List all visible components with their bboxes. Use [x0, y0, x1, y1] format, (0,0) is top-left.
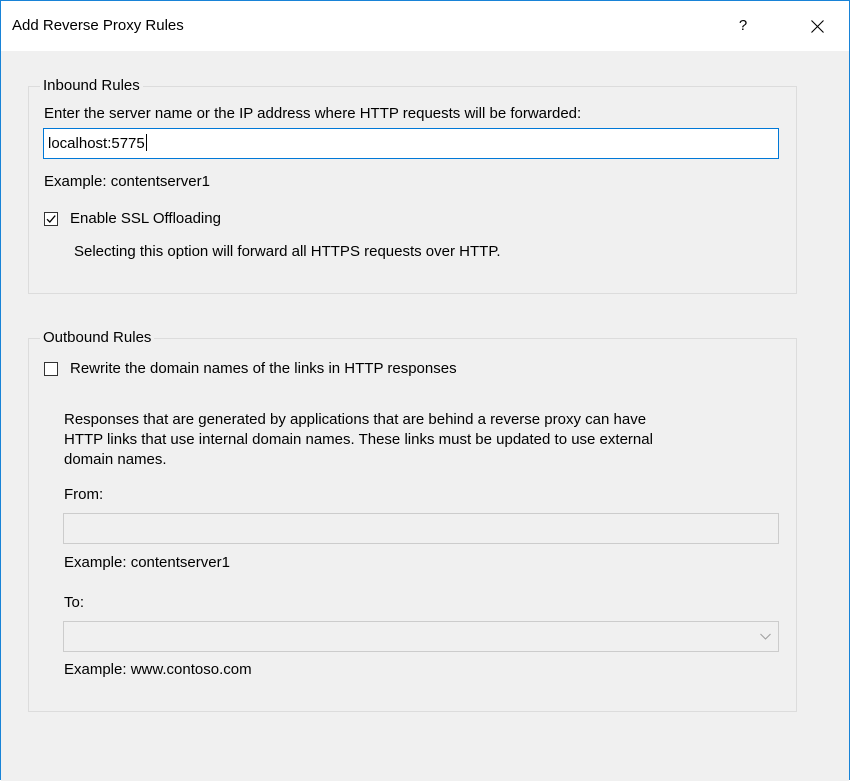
from-example: Example: contentserver1 — [64, 554, 230, 571]
server-name-input[interactable]: localhost:5775 — [43, 128, 779, 159]
ssl-offloading-description: Selecting this option will forward all H… — [74, 243, 501, 260]
text-caret — [145, 134, 147, 151]
to-example: Example: www.contoso.com — [64, 661, 252, 678]
server-name-value: localhost:5775 — [48, 135, 145, 152]
title-bar[interactable]: Add Reverse Proxy Rules ? — [1, 1, 849, 51]
from-input[interactable] — [63, 513, 779, 544]
rewrite-domain-names-label[interactable]: Rewrite the domain names of the links in… — [70, 360, 457, 378]
outbound-description-line: HTTP links that use internal domain name… — [64, 431, 653, 448]
server-name-example: Example: contentserver1 — [44, 173, 210, 190]
chevron-down-icon — [760, 633, 771, 640]
close-button[interactable] — [794, 7, 840, 45]
to-label: To: — [64, 594, 85, 611]
window-title: Add Reverse Proxy Rules — [12, 17, 184, 34]
enable-ssl-offloading-checkbox[interactable] — [44, 212, 58, 226]
from-label: From: — [64, 486, 104, 503]
outbound-description-line: Responses that are generated by applicat… — [64, 411, 647, 428]
outbound-description: Responses that are generated by applicat… — [64, 410, 784, 470]
server-name-prompt: Enter the server name or the IP address … — [44, 105, 582, 122]
inbound-rules-legend: Inbound Rules — [40, 77, 143, 95]
close-icon — [811, 20, 824, 33]
checkmark-icon — [46, 215, 56, 223]
help-button[interactable]: ? — [720, 7, 766, 45]
dialog-client-area: Inbound Rules Enter the server name or t… — [1, 51, 849, 781]
rewrite-domain-names-checkbox[interactable] — [44, 362, 58, 376]
outbound-description-line: domain names. — [64, 451, 167, 468]
add-reverse-proxy-rules-dialog: Add Reverse Proxy Rules ? Inbound Rules … — [0, 0, 850, 781]
to-dropdown[interactable] — [63, 621, 779, 652]
enable-ssl-offloading-label[interactable]: Enable SSL Offloading — [70, 210, 221, 228]
outbound-rules-legend: Outbound Rules — [40, 329, 155, 347]
